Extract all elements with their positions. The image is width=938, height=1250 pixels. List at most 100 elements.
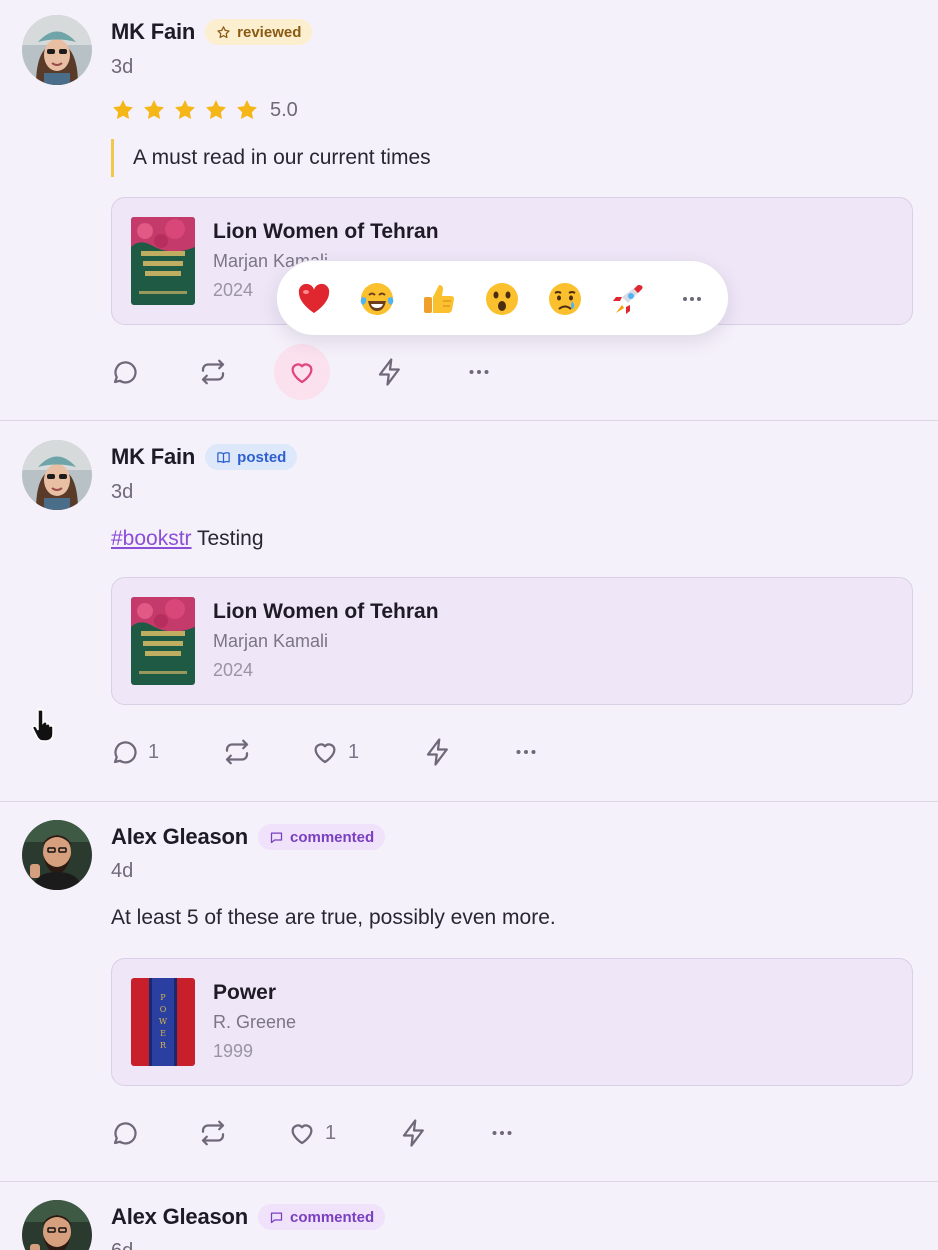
- post-text: #bookstr Testing: [111, 527, 264, 551]
- status-badge: commented: [258, 824, 386, 850]
- lightning-icon: [426, 738, 448, 766]
- comment-icon: [113, 361, 137, 384]
- star-icon: [144, 100, 164, 119]
- timestamp: 3d: [111, 56, 134, 78]
- laughing-tears-emoji[interactable]: [357, 279, 397, 319]
- rocket-emoji[interactable]: [608, 279, 648, 319]
- status-badge: commented: [258, 1204, 386, 1230]
- badge-label: reviewed: [237, 23, 302, 41]
- comment-icon: [113, 1122, 137, 1145]
- heart-emoji[interactable]: [294, 279, 334, 319]
- lightning-icon: [378, 358, 400, 386]
- repost-icon: [201, 359, 225, 385]
- reply-button[interactable]: [110, 352, 140, 392]
- repost-button[interactable]: [198, 352, 228, 392]
- badge-label: posted: [237, 448, 287, 466]
- thumbs-up-emoji[interactable]: [419, 279, 459, 319]
- author-name[interactable]: Alex Gleason: [111, 1204, 248, 1230]
- comment-badge-icon: [270, 832, 283, 843]
- timestamp: 6d: [111, 1240, 133, 1250]
- svg-text:O: O: [160, 1005, 167, 1014]
- svg-text:E: E: [160, 1029, 166, 1038]
- svg-text:P: P: [160, 993, 166, 1002]
- more-button[interactable]: [464, 352, 494, 392]
- comment-icon: [113, 741, 137, 764]
- book-open-icon: [217, 451, 230, 463]
- book-cover: [131, 597, 195, 685]
- author-name[interactable]: MK Fain: [111, 19, 195, 45]
- rating-value: 5.0: [270, 98, 298, 121]
- book-title: Lion Women of Tehran: [213, 220, 439, 243]
- star-rating: 5.0: [111, 98, 298, 122]
- post-card: MK Fain posted 3d #bookstr Testing Lion …: [0, 421, 938, 802]
- book-cover: [131, 217, 195, 305]
- zap-button[interactable]: [423, 732, 453, 772]
- heart-icon: [314, 743, 336, 764]
- heart-icon: [291, 1124, 313, 1145]
- timestamp: 4d: [111, 860, 134, 882]
- star-icon: [175, 100, 195, 119]
- more-button[interactable]: [487, 1113, 517, 1153]
- hand-cursor-icon: [32, 708, 54, 742]
- star-icon: [113, 100, 133, 119]
- status-badge: posted: [205, 444, 298, 470]
- repost-icon: [225, 739, 249, 765]
- like-count: 1: [348, 740, 360, 763]
- avatar[interactable]: [22, 820, 92, 890]
- reply-button[interactable]: 1: [110, 732, 159, 772]
- book-title: Lion Women of Tehran: [213, 600, 439, 623]
- post-card: Alex Gleason commented 4d At least 5 of …: [0, 802, 938, 1182]
- book-card[interactable]: P O W E R Power R. Greene 1999: [111, 958, 913, 1086]
- zap-button[interactable]: [399, 1113, 429, 1153]
- repost-icon: [201, 1120, 225, 1146]
- surprised-emoji[interactable]: [482, 279, 522, 319]
- author-name[interactable]: MK Fain: [111, 444, 195, 470]
- more-button[interactable]: [511, 732, 541, 772]
- like-button[interactable]: 1: [310, 732, 359, 772]
- avatar[interactable]: [22, 15, 92, 85]
- repost-button[interactable]: [198, 1113, 228, 1153]
- post-header: Alex Gleason commented: [111, 1204, 386, 1230]
- zap-button[interactable]: [375, 352, 405, 392]
- reply-button[interactable]: [110, 1113, 140, 1153]
- post-text: At least 5 of these are true, possibly e…: [111, 906, 556, 929]
- book-cover: P O W E R: [131, 978, 195, 1066]
- avatar[interactable]: [22, 440, 92, 510]
- timestamp: 3d: [111, 481, 134, 503]
- hashtag-link[interactable]: #bookstr: [111, 527, 192, 550]
- star-icon: [237, 100, 257, 119]
- book-year: 2024: [213, 280, 254, 300]
- reaction-picker: [276, 260, 729, 336]
- avatar[interactable]: [22, 1200, 92, 1250]
- comment-count: 1: [148, 740, 160, 763]
- review-quote: A must read in our current times: [111, 139, 431, 177]
- like-button[interactable]: 1: [287, 1113, 336, 1153]
- post-header: Alex Gleason commented: [111, 824, 386, 850]
- like-button[interactable]: [274, 344, 330, 400]
- more-icon: [516, 750, 536, 754]
- lightning-icon: [402, 1119, 424, 1147]
- post-card: MK Fain reviewed 3d 5.0 A must read in o…: [0, 0, 938, 421]
- more-icon[interactable]: [672, 279, 712, 319]
- svg-text:W: W: [159, 1017, 168, 1026]
- author-name[interactable]: Alex Gleason: [111, 824, 248, 850]
- more-icon: [469, 370, 489, 374]
- book-year: 1999: [213, 1041, 254, 1061]
- post-card: Alex Gleason commented 6d: [0, 1182, 938, 1250]
- like-count: 1: [325, 1121, 337, 1144]
- more-icon: [492, 1131, 512, 1135]
- svg-text:R: R: [160, 1041, 167, 1050]
- book-title: Power: [213, 981, 277, 1004]
- book-author: Marjan Kamali: [213, 631, 329, 651]
- crying-emoji[interactable]: [545, 279, 585, 319]
- status-badge: reviewed: [205, 19, 313, 45]
- book-year: 2024: [213, 660, 254, 680]
- book-card[interactable]: Lion Women of Tehran Marjan Kamali 2024: [111, 577, 913, 705]
- heart-icon: [291, 363, 313, 384]
- repost-button[interactable]: [222, 732, 252, 772]
- badge-label: commented: [290, 828, 375, 846]
- post-header: MK Fain posted: [111, 444, 298, 470]
- post-header: MK Fain reviewed: [111, 19, 313, 45]
- badge-label: commented: [290, 1208, 375, 1226]
- star-outline-icon: [217, 25, 230, 38]
